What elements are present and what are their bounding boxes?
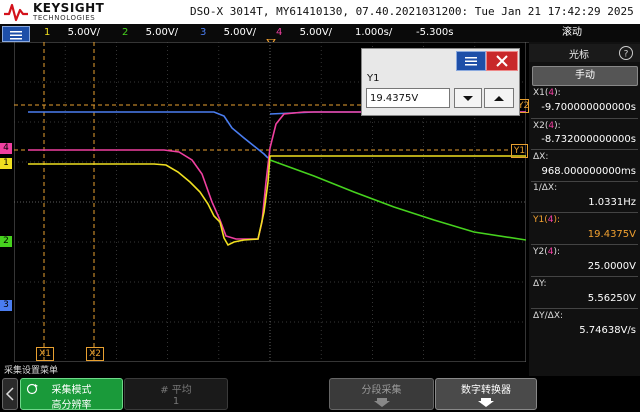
instrument-info: DSO-X 3014T, MY61410130, 07.40.202103120… xyxy=(190,5,634,18)
close-icon xyxy=(496,55,508,67)
chevron-down-icon xyxy=(463,96,473,101)
channel-4-number: 4 xyxy=(276,27,283,38)
svg-text:?: ? xyxy=(624,50,629,60)
y1-value: 19.4375V xyxy=(587,229,636,240)
brand-subtitle: TECHNOLOGIES xyxy=(33,14,96,22)
cursor-y1-tag[interactable]: Y1 xyxy=(511,144,528,158)
back-softkey[interactable] xyxy=(2,378,18,410)
channel-1-number: 1 xyxy=(44,27,51,38)
channel-2-ground-marker[interactable]: 2 xyxy=(0,236,12,247)
channel-4-value: 5.00V/ xyxy=(299,27,333,38)
separator xyxy=(531,149,638,150)
menu-lines-icon xyxy=(10,31,22,40)
cursor-y1-popup: Y1 19.4375V xyxy=(361,48,520,116)
timebase-delay[interactable]: -5.300s xyxy=(416,25,453,40)
channel-3-value: 5.00V/ xyxy=(223,27,257,38)
channel-1-value: 5.00V/ xyxy=(67,27,101,38)
cursor-x2-tag[interactable]: X2 xyxy=(86,347,104,361)
channel-3-scale[interactable]: 3 5.00V/ xyxy=(200,25,256,40)
x2-value: -8.732000000000s xyxy=(541,134,636,145)
channel-2-value: 5.00V/ xyxy=(145,27,179,38)
inverse-dx-label: 1/ΔX: xyxy=(533,183,558,193)
acquisition-mode-softkey[interactable]: 采集模式 高分辨率 xyxy=(20,378,123,411)
digitizer-label: 数字转换器 xyxy=(461,385,511,396)
segmented-acquisition-label: 分段采集 xyxy=(361,385,402,396)
channel-2-number: 2 xyxy=(122,27,129,38)
separator xyxy=(531,276,638,277)
keysight-logo-icon xyxy=(4,3,28,22)
help-icon[interactable]: ? xyxy=(618,45,634,61)
separator xyxy=(531,212,638,213)
popup-increment-button[interactable] xyxy=(484,88,514,108)
dx-label: ΔX: xyxy=(533,152,549,162)
channel-4-ground-marker[interactable]: 4 xyxy=(0,143,12,154)
cursor-mode-button[interactable]: 手动 xyxy=(532,66,638,86)
rotary-knob-icon xyxy=(26,383,38,395)
popup-value-field[interactable]: 19.4375V xyxy=(366,88,450,108)
segmented-acquisition-softkey[interactable]: 分段采集 xyxy=(329,378,434,410)
channel-1-scale[interactable]: 1 5.00V/ xyxy=(44,25,100,40)
dy-value: 5.56250V xyxy=(587,293,636,304)
separator xyxy=(531,244,638,245)
dy-label: ΔY: xyxy=(533,279,547,289)
submenu-arrow-icon xyxy=(373,398,390,407)
run-state: 滚动 xyxy=(562,27,582,38)
separator xyxy=(531,181,638,182)
separator xyxy=(531,308,638,309)
return-arrow-icon xyxy=(5,387,14,401)
dydx-label: ΔY/ΔX: xyxy=(533,311,564,321)
header-bar: KEYSIGHT TECHNOLOGIES DSO-X 3014T, MY614… xyxy=(0,0,640,24)
submenu-arrow-icon xyxy=(478,398,494,407)
channel-3-number: 3 xyxy=(200,27,207,38)
channel-1-ground-marker[interactable]: 1 xyxy=(0,158,12,169)
popup-label: Y1 xyxy=(367,73,380,84)
popup-close-button[interactable] xyxy=(486,51,518,71)
menu-title: 采集设置菜单 xyxy=(4,366,59,376)
channel-3-ground-marker[interactable]: 3 xyxy=(0,300,12,311)
dydx-value: 5.74638V/s xyxy=(579,325,636,336)
cursor-side-panel: 光标 ? 手动 X1(4): -9.700000000000s X2(4): -… xyxy=(529,42,640,379)
side-panel-title: 光标 xyxy=(569,50,589,61)
x2-row-label: X2(4): xyxy=(533,121,561,131)
inverse-dx-value: 1.0331Hz xyxy=(588,197,636,208)
x1-value: -9.700000000000s xyxy=(541,102,636,113)
side-panel-header: 光标 ? xyxy=(529,44,640,62)
menu-lines-icon xyxy=(465,57,477,66)
y2-value: 25.0000V xyxy=(587,261,636,272)
channel-2-scale[interactable]: 2 5.00V/ xyxy=(122,25,178,40)
channel-menu-badge[interactable] xyxy=(2,26,30,42)
digitizer-softkey[interactable]: 数字转换器 xyxy=(435,378,537,410)
x1-row-label: X1(4): xyxy=(533,88,561,98)
averages-label: # 平均 xyxy=(160,385,192,396)
dx-value: 968.000000000ms xyxy=(541,166,636,177)
cursor-x1-tag[interactable]: X1 xyxy=(36,347,54,361)
averages-value: 1 xyxy=(172,396,180,407)
y2-row-label: Y2(4): xyxy=(533,247,561,257)
popup-menu-button[interactable] xyxy=(456,51,486,71)
popup-decrement-button[interactable] xyxy=(454,88,482,108)
brand-name: KEYSIGHT xyxy=(33,1,105,15)
channel-4-scale[interactable]: 4 5.00V/ xyxy=(276,25,332,40)
chevron-up-icon xyxy=(494,96,504,101)
timebase-scale[interactable]: 1.000s/ xyxy=(355,25,392,40)
averages-softkey[interactable]: # 平均 1 xyxy=(124,378,228,410)
separator xyxy=(531,118,638,119)
y1-row-label: Y1(4): xyxy=(533,215,561,225)
